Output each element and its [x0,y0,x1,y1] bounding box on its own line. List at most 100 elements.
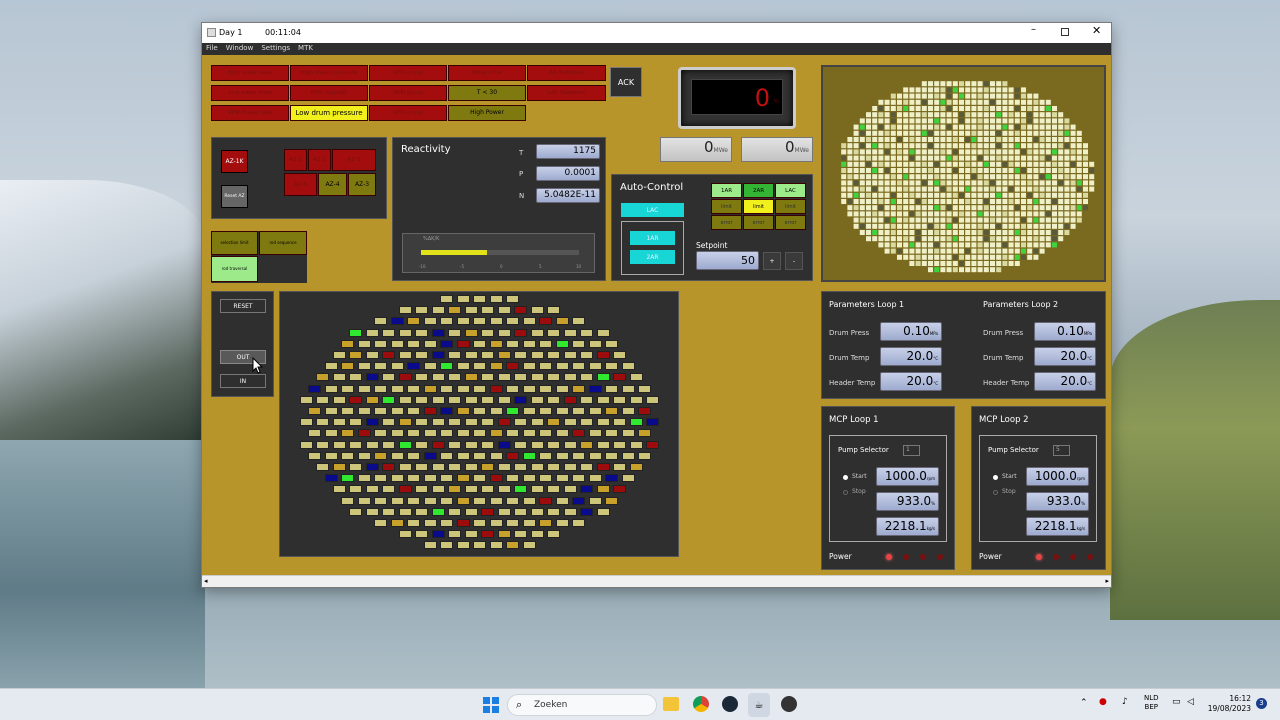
menu-file[interactable]: File [202,43,222,53]
control-rod[interactable] [596,351,610,359]
control-rod[interactable] [390,474,404,483]
control-rod[interactable] [539,362,552,371]
control-rod[interactable] [605,362,618,371]
control-rod[interactable] [530,530,544,539]
control-rod[interactable] [481,351,495,359]
control-rod[interactable] [415,306,429,315]
control-rod[interactable] [497,485,511,494]
control-rod[interactable] [506,362,519,371]
control-rod[interactable] [382,463,396,471]
control-rod[interactable] [341,474,354,483]
control-rod[interactable] [572,496,585,505]
control-rod[interactable] [407,407,420,415]
control-rod[interactable] [613,373,627,382]
control-rod[interactable] [308,429,321,438]
control-rod[interactable] [580,418,594,427]
control-rod[interactable] [382,373,396,382]
control-rod[interactable] [464,306,478,315]
control-rod[interactable] [497,373,511,382]
control-rod[interactable] [349,373,363,382]
control-rod[interactable] [374,362,387,371]
control-rod[interactable] [547,418,561,427]
control-rod[interactable] [448,440,462,449]
control-rod[interactable] [415,530,429,539]
control-rod[interactable] [497,463,511,471]
mcp2-start-radio[interactable] [993,475,998,480]
control-rod[interactable] [522,429,536,438]
control-rod[interactable] [398,485,412,494]
notification-icon[interactable]: 3 [1256,698,1267,709]
control-rod[interactable] [324,474,338,483]
control-rod[interactable] [539,317,552,326]
control-rod[interactable] [572,362,585,371]
control-rod[interactable] [349,507,363,516]
control-rod[interactable] [605,429,618,438]
control-rod[interactable] [481,440,495,449]
control-rod[interactable] [572,407,585,415]
control-rod[interactable] [522,474,536,483]
control-rod[interactable] [365,328,379,337]
control-rod[interactable] [605,451,618,460]
control-rod[interactable] [572,451,585,460]
control-rod[interactable] [431,530,445,539]
control-rod[interactable] [308,407,321,415]
control-rod[interactable] [365,440,379,449]
control-rod[interactable] [382,395,396,404]
control-rod[interactable] [473,384,486,393]
control-rod[interactable] [580,351,594,359]
control-rod[interactable] [374,407,387,415]
control-rod[interactable] [316,463,330,471]
control-rod[interactable] [530,328,544,337]
control-rod[interactable] [506,451,519,460]
control-rod[interactable] [489,384,503,393]
control-rod[interactable] [572,429,585,438]
control-rod[interactable] [390,317,404,326]
control-rod[interactable] [374,474,387,483]
control-rod[interactable] [456,496,470,505]
control-rod[interactable] [299,440,313,449]
control-rod[interactable] [555,317,569,326]
control-rod[interactable] [555,519,569,527]
control-rod[interactable] [456,407,470,415]
control-rod[interactable] [341,429,354,438]
control-rod[interactable] [522,519,536,527]
control-rod[interactable] [357,339,371,348]
control-rod[interactable] [530,395,544,404]
control-rod[interactable] [580,440,594,449]
control-rod[interactable] [398,306,412,315]
control-rod[interactable] [440,317,453,326]
control-rod[interactable] [563,395,577,404]
control-rod[interactable] [555,407,569,415]
control-rod[interactable] [547,507,561,516]
control-rod[interactable] [572,519,585,527]
network-icon[interactable]: ▭ [1172,697,1181,707]
in-button[interactable]: IN [220,374,266,388]
control-rod[interactable] [489,429,503,438]
control-rod[interactable] [365,351,379,359]
control-rod[interactable] [481,328,495,337]
control-rod[interactable] [522,362,536,371]
control-rod[interactable] [374,339,387,348]
control-rod[interactable] [473,362,486,371]
control-rod[interactable] [621,384,635,393]
control-rod[interactable] [456,339,470,348]
control-rod[interactable] [415,485,429,494]
control-rod[interactable] [613,440,627,449]
control-rod[interactable] [398,395,412,404]
control-rod[interactable] [646,418,660,427]
control-rod[interactable] [332,418,346,427]
steam-icon[interactable] [722,696,738,712]
az1k-button[interactable]: AZ-1K [221,150,248,173]
control-rod[interactable] [506,317,519,326]
control-rod[interactable] [580,395,594,404]
control-rod[interactable] [621,451,635,460]
control-rod[interactable] [489,519,503,527]
control-rod[interactable] [332,440,346,449]
control-rod[interactable] [539,519,552,527]
control-rod[interactable] [440,295,453,303]
control-rod[interactable] [332,485,346,494]
maximize-icon[interactable] [1061,28,1069,36]
control-rod[interactable] [431,507,445,516]
chevron-up-icon[interactable]: ⌃ [1080,698,1088,708]
control-rod[interactable] [464,395,478,404]
